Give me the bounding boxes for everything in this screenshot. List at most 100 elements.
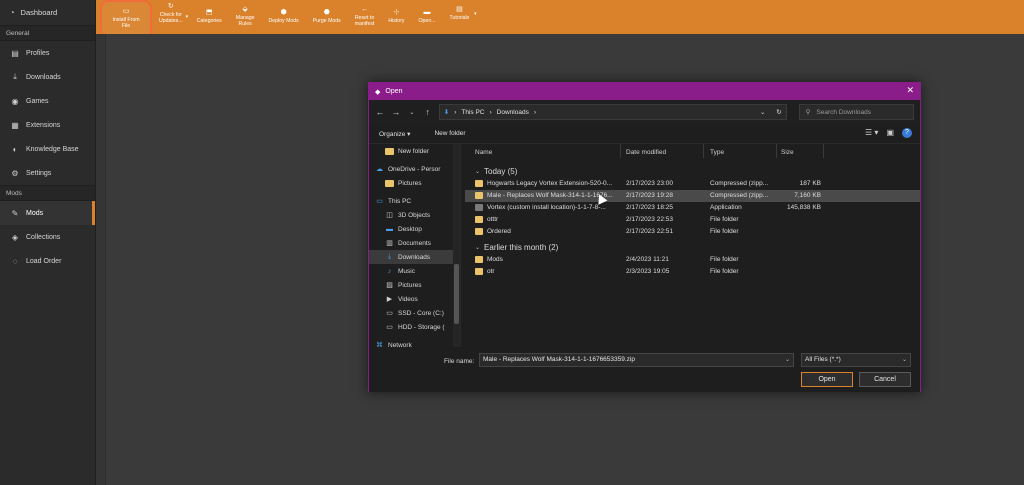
- chevron-down-icon[interactable]: ▾: [186, 14, 189, 20]
- new-folder-button[interactable]: New folder: [434, 130, 465, 137]
- address-bar[interactable]: ⬇ › This PC › Downloads › ⌄ ↻: [438, 104, 787, 120]
- tree-item[interactable]: New folder: [369, 144, 460, 158]
- address-dropdown-icon[interactable]: ⌄: [760, 109, 765, 116]
- dialog-app-icon: ◆: [375, 88, 381, 96]
- sidebar-item-load-order[interactable]: ◌ Load Order: [0, 249, 95, 273]
- tree-item[interactable]: ▬ Desktop: [369, 222, 460, 236]
- file-size: 145,838 KB: [787, 204, 821, 211]
- chevron-down-icon[interactable]: ⌄: [902, 354, 907, 366]
- dialog-body: New folder ☁ OneDrive - Persor Pictures ▭ Thi…: [369, 144, 920, 347]
- file-type: File folder: [710, 216, 739, 223]
- toolbar-button-manage[interactable]: ⬙ Manage Rules: [229, 0, 262, 34]
- close-icon[interactable]: ✕: [906, 85, 914, 96]
- sidebar-item-label: Settings: [26, 169, 52, 177]
- toolbar-button-reset-to[interactable]: ← Reset to manifest: [348, 0, 382, 34]
- tree-item[interactable]: ▶ Videos: [369, 292, 460, 306]
- sidebar-item-extensions[interactable]: ▦ Extensions: [0, 113, 95, 137]
- breadcrumb-downloads[interactable]: Downloads: [497, 109, 529, 116]
- file-name: Ordered: [487, 228, 511, 235]
- sidebar-mods-list: ✎ Mods ◈ Collections ◌ Load Order: [0, 201, 95, 273]
- file-row[interactable]: Vortex (custom install location)-1-1-7-8…: [465, 202, 920, 214]
- tree-item[interactable]: ☁ OneDrive - Persor: [369, 162, 460, 176]
- toolbar-button-deploy-mods[interactable]: ⬢ Deploy Mods: [262, 0, 306, 34]
- toolbar-button-install-from[interactable]: ▭ Install From File: [100, 0, 152, 38]
- file-row[interactable]: otttr 2/17/2023 22:53 File folder: [465, 214, 920, 226]
- search-input[interactable]: ⚲ Search Downloads: [798, 104, 914, 120]
- cancel-button[interactable]: Cancel: [859, 372, 911, 387]
- sidebar-item-collections[interactable]: ◈ Collections: [0, 225, 95, 249]
- file-date: 2/17/2023 23:00: [626, 180, 673, 187]
- sidebar-item-profiles[interactable]: ▤ Profiles: [0, 41, 95, 65]
- filename-field[interactable]: Male - Replaces Wolf Mask-314-1-1-167665…: [479, 353, 794, 367]
- file-date: 2/17/2023 18:25: [626, 204, 673, 211]
- file-row[interactable]: otr 2/3/2023 19:05 File folder: [465, 266, 920, 278]
- tree-item[interactable]: ♪ Music: [369, 264, 460, 278]
- column-size[interactable]: Size: [781, 149, 794, 156]
- preview-pane-icon[interactable]: ▣: [886, 128, 894, 138]
- sidebar-item-knowledge-base[interactable]: ◐ Knowledge Base: [0, 137, 95, 161]
- column-separator[interactable]: [823, 144, 824, 158]
- toolbar-icon: ⬣: [323, 9, 330, 16]
- tree-item[interactable]: ⌘ Network: [369, 338, 460, 348]
- forward-arrow-icon[interactable]: →: [391, 107, 401, 117]
- tree-item-label: Pictures: [398, 179, 422, 187]
- toolbar-button-history[interactable]: ⊹ History: [381, 0, 411, 34]
- toolbar-button-categories[interactable]: ⬒ Categories: [190, 0, 229, 34]
- sidebar-item-settings[interactable]: ⚙ Settings: [0, 161, 95, 185]
- toolbar-icon: ▤: [456, 6, 463, 13]
- chevron-down-icon[interactable]: ▾: [474, 11, 477, 17]
- organize-button[interactable]: Organize ▾: [379, 130, 410, 138]
- help-icon[interactable]: ?: [902, 128, 912, 138]
- sidebar-item-label: Profiles: [26, 49, 50, 57]
- group-header[interactable]: ⌄ Today (5): [465, 164, 920, 178]
- tree-item[interactable]: ▭ HDD - Storage (: [369, 320, 460, 334]
- toolbar-label-line2: Rules: [238, 21, 252, 27]
- music-icon: ♪: [387, 267, 392, 275]
- refresh-icon[interactable]: ↻: [776, 108, 781, 116]
- sidebar-item-dashboard[interactable]: ◔ Dashboard: [0, 0, 95, 25]
- file-row[interactable]: Mods 2/4/2023 11:21 File folder: [465, 254, 920, 266]
- tree-item[interactable]: ◫ 3D Objects: [369, 208, 460, 222]
- column-name[interactable]: Name: [475, 149, 492, 156]
- filename-value: Male - Replaces Wolf Mask-314-1-1-167665…: [483, 356, 635, 363]
- tree-item[interactable]: ▥ Documents: [369, 236, 460, 250]
- chevron-down-icon[interactable]: ⌄: [407, 109, 417, 116]
- toolbar-button-check-for[interactable]: ↻ Check for Updates... ▾: [152, 0, 190, 34]
- sidebar-item-mods[interactable]: ✎ Mods: [0, 201, 95, 225]
- column-date[interactable]: Date modified: [626, 149, 666, 156]
- toolbar-button-purge-mods[interactable]: ⬣ Purge Mods: [306, 0, 348, 34]
- column-separator[interactable]: [776, 144, 777, 158]
- filetype-select[interactable]: All Files (*.*) ⌄: [801, 353, 911, 367]
- toolbar-button-tutorials[interactable]: ▤ Tutorials ▾: [443, 0, 477, 34]
- sidebar-item-games[interactable]: ◉ Games: [0, 89, 95, 113]
- scroll-thumb[interactable]: [454, 264, 459, 324]
- chevron-down-icon[interactable]: ⌄: [785, 354, 790, 366]
- sidebar-item-downloads[interactable]: ⤓ Downloads: [0, 65, 95, 89]
- file-row[interactable]: Ordered 2/17/2023 22:51 File folder: [465, 226, 920, 238]
- view-options-icon[interactable]: ☰ ▾: [865, 128, 878, 138]
- file-row[interactable]: Hogwarts Legacy Vortex Extension-520-0..…: [465, 178, 920, 190]
- file-row[interactable]: Male - Replaces Wolf Mask-314-1-1-1676..…: [465, 190, 920, 202]
- desktop-icon: ▬: [386, 225, 393, 233]
- column-separator[interactable]: [703, 144, 704, 158]
- back-arrow-icon[interactable]: ←: [375, 107, 385, 117]
- up-arrow-icon[interactable]: ↑: [423, 107, 433, 117]
- tree-item-label: Downloads: [398, 253, 431, 261]
- group-header[interactable]: ⌄ Earlier this month (2): [465, 240, 920, 254]
- tree-item[interactable]: ▭ SSD - Core (C:): [369, 306, 460, 320]
- extensions-icon: ▦: [11, 120, 19, 130]
- sidebar-item-label: Extensions: [26, 121, 61, 129]
- navigation-scrollbar[interactable]: [453, 144, 460, 347]
- tree-item[interactable]: ⤓ Downloads: [369, 250, 460, 264]
- file-date: 2/3/2023 19:05: [626, 268, 670, 275]
- file-name: Hogwarts Legacy Vortex Extension-520-0..…: [487, 180, 613, 187]
- tree-item[interactable]: ▭ This PC: [369, 194, 460, 208]
- column-separator[interactable]: [620, 144, 621, 158]
- column-type[interactable]: Type: [710, 149, 724, 156]
- toolbar-button-open[interactable]: ▬ Open...: [412, 0, 443, 34]
- breadcrumb-this-pc[interactable]: This PC: [461, 109, 484, 116]
- tree-item[interactable]: ▨ Pictures: [369, 278, 460, 292]
- onedrive-icon: ☁: [376, 166, 383, 173]
- open-button[interactable]: Open: [801, 372, 853, 387]
- tree-item[interactable]: Pictures: [369, 176, 460, 190]
